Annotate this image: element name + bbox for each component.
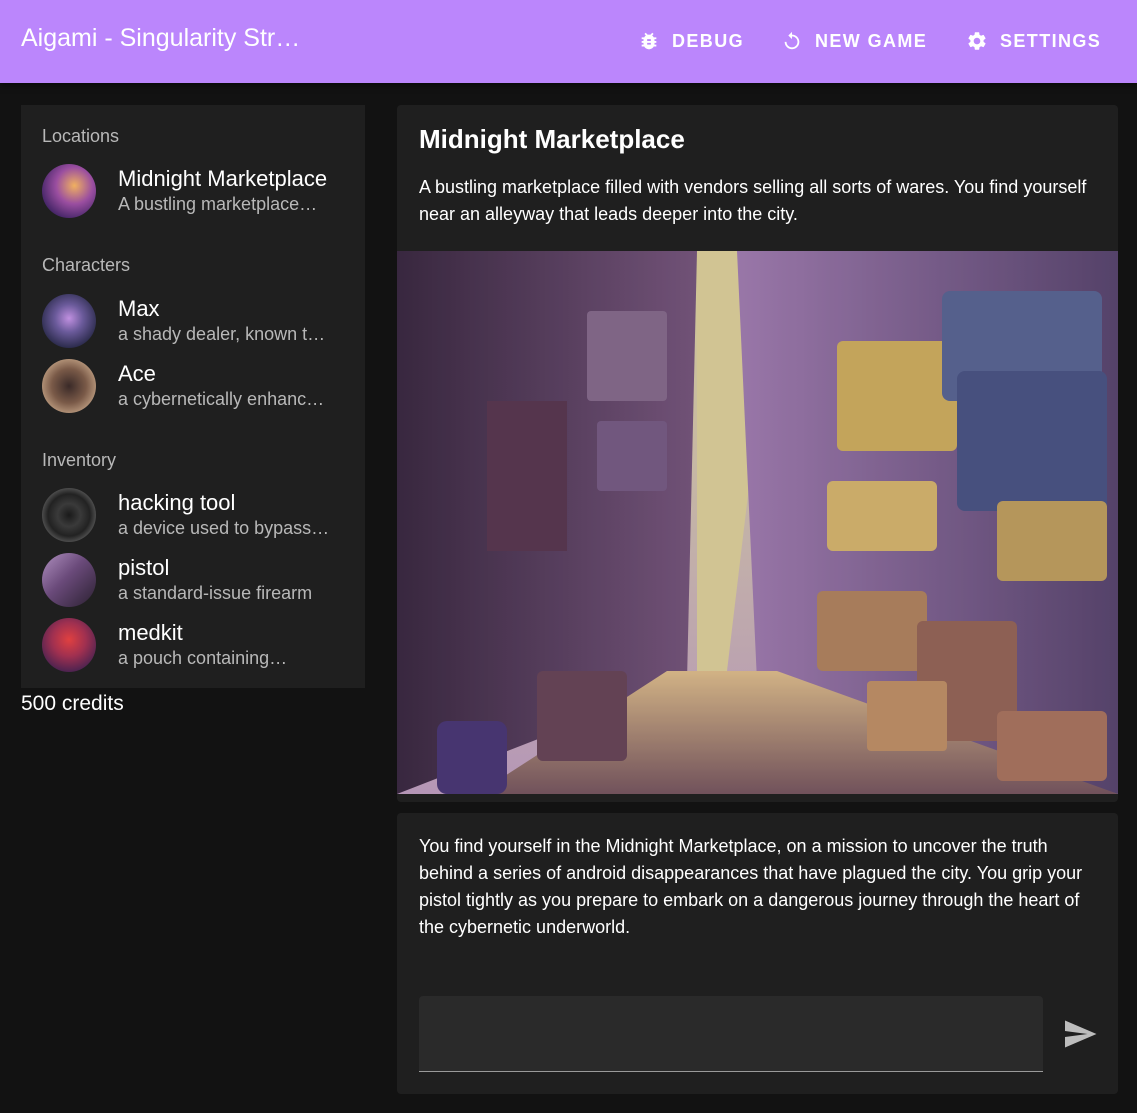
medkit-avatar	[42, 618, 96, 672]
item-subtitle: a device used to bypass…	[118, 518, 330, 538]
pistol-avatar	[42, 553, 96, 607]
story-card: You find yourself in the Midnight Market…	[397, 813, 1118, 1094]
new-game-button[interactable]: NEW GAME	[781, 24, 927, 58]
locations-header: Locations	[42, 126, 120, 146]
character-item-max[interactable]: Max a shady dealer, known t…	[42, 293, 362, 349]
character-item-ace[interactable]: Ace a cybernetically enhanc…	[42, 358, 362, 414]
inventory-item-pistol[interactable]: pistol a standard-issue firearm	[42, 552, 362, 608]
settings-label: SETTINGS	[1000, 30, 1102, 51]
item-title: hacking tool	[118, 490, 236, 515]
bug-icon	[641, 32, 657, 50]
app-bar: Aigami - Singularity Str… DEBUG NEW GAME…	[0, 0, 1137, 83]
max-avatar	[42, 294, 96, 348]
inventory-header: Inventory	[42, 450, 117, 470]
item-subtitle: a cybernetically enhanc…	[118, 389, 325, 409]
settings-button[interactable]: SETTINGS	[966, 24, 1101, 58]
inventory-item-medkit[interactable]: medkit a pouch containing…	[42, 617, 362, 673]
app-title: Aigami - Singularity Str…	[21, 24, 301, 52]
credits-counter: 500 credits	[21, 692, 124, 715]
item-subtitle: a shady dealer, known t…	[118, 324, 326, 344]
item-title: pistol	[118, 555, 170, 580]
item-subtitle: a pouch containing…	[118, 648, 288, 668]
characters-header: Characters	[42, 255, 131, 275]
item-title: Ace	[118, 361, 156, 386]
restart-icon	[784, 31, 800, 50]
ace-avatar	[42, 359, 96, 413]
location-image	[397, 251, 1118, 794]
send-icon	[1065, 1020, 1097, 1048]
hacking-tool-avatar	[42, 488, 96, 542]
market-avatar	[42, 164, 96, 218]
sidebar: Locations Midnight Marketplace A bustlin…	[21, 105, 365, 688]
send-button[interactable]	[1062, 1016, 1098, 1052]
action-input-field[interactable]	[419, 996, 1043, 1072]
location-item-midnight-marketplace[interactable]: Midnight Marketplace A bustling marketpl…	[42, 163, 362, 219]
debug-button[interactable]: DEBUG	[638, 24, 744, 58]
item-subtitle: A bustling marketplace…	[118, 194, 318, 214]
item-title: medkit	[118, 620, 183, 645]
debug-label: DEBUG	[672, 30, 745, 51]
location-description: A bustling marketplace filled with vendo…	[419, 177, 1087, 224]
story-narration: You find yourself in the Midnight Market…	[419, 836, 1083, 937]
new-game-label: NEW GAME	[815, 30, 928, 51]
item-subtitle: a standard-issue firearm	[118, 583, 313, 603]
inventory-item-hacking-tool[interactable]: hacking tool a device used to bypass…	[42, 487, 362, 543]
item-title: Max	[118, 296, 160, 321]
gear-icon	[968, 32, 986, 50]
location-title: Midnight Marketplace	[419, 124, 685, 154]
action-input[interactable]	[419, 996, 1043, 1071]
location-card: Midnight Marketplace A bustling marketpl…	[397, 105, 1118, 802]
item-title: Midnight Marketplace	[118, 166, 328, 191]
